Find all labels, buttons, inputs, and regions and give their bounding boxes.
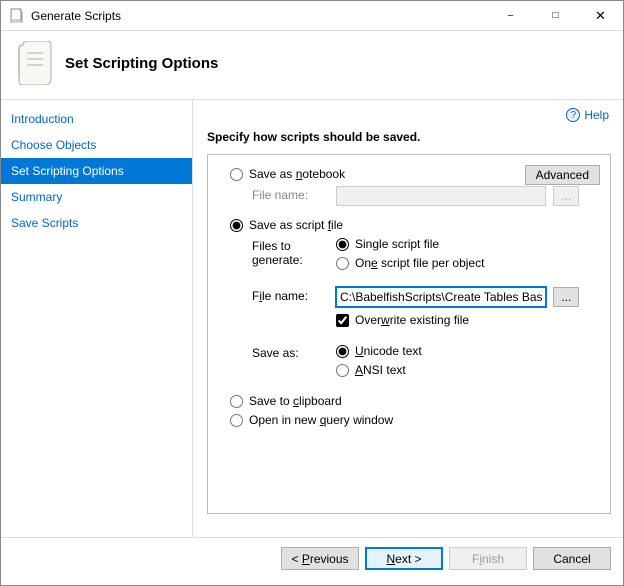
- options-groupbox: Advanced Save as notebook File name: ...…: [207, 154, 611, 514]
- sidebar-item-choose-objects[interactable]: Choose Objects: [1, 132, 192, 158]
- app-icon: [9, 8, 25, 24]
- overwrite-existing-label: Overwrite existing file: [355, 313, 469, 327]
- minimize-button[interactable]: –: [488, 1, 533, 31]
- sidebar-item-set-scripting-options[interactable]: Set Scripting Options: [1, 158, 192, 184]
- one-file-per-object-radio[interactable]: [336, 257, 349, 270]
- help-link[interactable]: ? Help: [566, 108, 609, 122]
- help-label: Help: [584, 108, 609, 122]
- files-to-generate-label: Files to generate:: [252, 237, 336, 275]
- ansi-text-label: ANSI text: [355, 363, 406, 377]
- open-new-query-radio[interactable]: [230, 414, 243, 427]
- window-title: Generate Scripts: [31, 9, 488, 23]
- open-new-query-label: Open in new query window: [249, 413, 393, 427]
- sidebar-item-introduction[interactable]: Introduction: [1, 106, 192, 132]
- previous-button[interactable]: < PPreviousrevious: [281, 547, 359, 570]
- script-browse-button[interactable]: ...: [553, 287, 579, 307]
- save-to-clipboard-label: Save to clipboard: [249, 394, 342, 408]
- notebook-filename-label: File name:: [252, 186, 336, 206]
- finish-button: Finish: [449, 547, 527, 570]
- save-as-script-row: Save as script file: [230, 218, 598, 232]
- single-script-file-label: Single script file: [355, 237, 439, 251]
- script-filename-input[interactable]: [336, 287, 546, 307]
- help-icon: ?: [566, 108, 580, 122]
- single-script-file-radio[interactable]: [336, 238, 349, 251]
- wizard-footer: < PPreviousrevious Next > Finish Cancel: [1, 537, 623, 579]
- one-file-per-object-label: One script file per object: [355, 256, 484, 270]
- wizard-sidebar: Introduction Choose Objects Set Scriptin…: [1, 100, 193, 537]
- maximize-button[interactable]: □: [533, 1, 578, 31]
- overwrite-existing-checkbox[interactable]: [336, 314, 349, 327]
- instruction-text: Specify how scripts should be saved.: [207, 130, 611, 144]
- unicode-text-radio[interactable]: [336, 345, 349, 358]
- notebook-filename-input: [336, 186, 546, 206]
- save-as-encoding-label: Save as:: [252, 344, 336, 382]
- titlebar: Generate Scripts – □ ✕: [1, 1, 623, 31]
- unicode-text-label: Unicode text: [355, 344, 422, 358]
- ansi-text-radio[interactable]: [336, 364, 349, 377]
- cancel-button[interactable]: Cancel: [533, 547, 611, 570]
- main-panel: ? Help Specify how scripts should be sav…: [193, 100, 623, 537]
- save-as-notebook-label: Save as notebook: [249, 167, 345, 181]
- save-to-clipboard-row: Save to clipboard: [230, 394, 598, 408]
- sidebar-item-save-scripts[interactable]: Save Scripts: [1, 210, 192, 236]
- save-to-clipboard-radio[interactable]: [230, 395, 243, 408]
- save-as-script-file-label: Save as script file: [249, 218, 343, 232]
- script-page-icon: [17, 41, 53, 85]
- script-filename-label: File name:: [252, 287, 336, 332]
- page-title: Set Scripting Options: [65, 55, 218, 72]
- notebook-browse-button: ...: [553, 186, 579, 206]
- advanced-button[interactable]: Advanced: [525, 165, 600, 185]
- save-as-notebook-radio[interactable]: [230, 168, 243, 181]
- save-as-script-file-radio[interactable]: [230, 219, 243, 232]
- wizard-header: Set Scripting Options: [1, 31, 623, 99]
- next-button[interactable]: Next >: [365, 547, 443, 570]
- sidebar-item-summary[interactable]: Summary: [1, 184, 192, 210]
- close-button[interactable]: ✕: [578, 1, 623, 31]
- open-new-query-row: Open in new query window: [230, 413, 598, 427]
